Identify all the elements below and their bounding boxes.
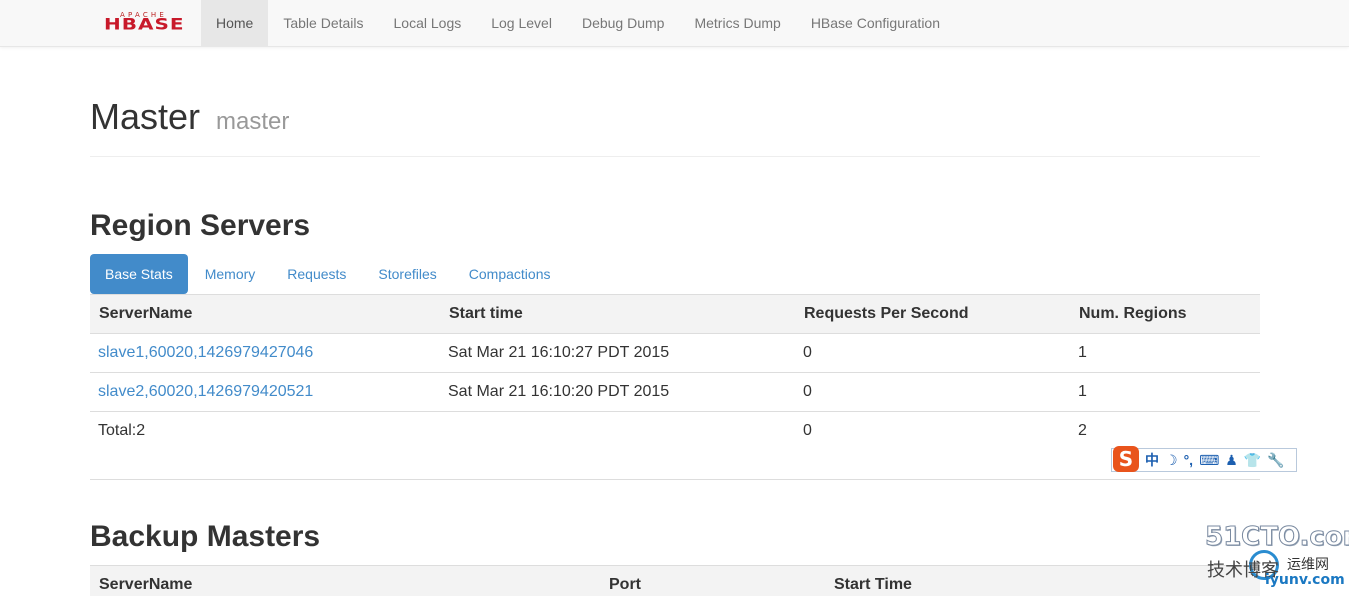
user-icon[interactable]: ♟	[1225, 452, 1238, 469]
punctuation-icon[interactable]: °,	[1184, 452, 1194, 468]
page-title-main: Master	[90, 96, 201, 137]
watermark-site: 51CTO.com	[1205, 522, 1349, 553]
table-cell: 0	[795, 372, 1070, 412]
column-header: ServerName	[90, 294, 440, 334]
nav-log-level[interactable]: Log Level	[476, 0, 567, 47]
table-row: slave1,60020,1426979427046 Sat Mar 21 16…	[90, 333, 1260, 373]
table-header-row: ServerName Port Start Time	[90, 565, 1260, 596]
column-header: Num. Regions	[1070, 294, 1260, 334]
sogou-logo-icon[interactable]: S	[1113, 446, 1139, 472]
watermark-url: iyunv.com	[1265, 572, 1345, 588]
tab-compactions[interactable]: Compactions	[454, 254, 566, 294]
nav-debug-dump[interactable]: Debug Dump	[567, 0, 680, 47]
watermark-yunv: 运维网	[1287, 557, 1329, 573]
table-cell: Sat Mar 21 16:10:20 PDT 2015	[440, 372, 795, 412]
table-cell: 1	[1070, 333, 1260, 373]
tab-requests[interactable]: Requests	[272, 254, 361, 294]
watermark: 51CTO.com 技术博客 运维网 iyunv.com	[1205, 520, 1349, 596]
skin-icon[interactable]: 👕	[1244, 452, 1261, 469]
table-cell: Total:2	[98, 422, 146, 440]
table-cell: slave1,60020,1426979427046	[90, 333, 440, 373]
table-cell: 0	[803, 422, 812, 440]
settings-wrench-icon[interactable]: 🔧	[1267, 452, 1284, 469]
column-header: Port	[600, 565, 825, 596]
region-servers-table: ServerName Start time Requests Per Secon…	[90, 294, 1260, 451]
logo-hbase-text: HBASE	[104, 14, 185, 34]
nav-metrics-dump[interactable]: Metrics Dump	[679, 0, 795, 47]
nav-local-logs[interactable]: Local Logs	[379, 0, 477, 47]
table-header-row: ServerName Start time Requests Per Secon…	[90, 294, 1260, 334]
table-cell: slave2,60020,1426979420521	[90, 372, 440, 412]
moon-icon[interactable]: ☽	[1165, 452, 1178, 469]
nav-hbase-configuration[interactable]: HBase Configuration	[796, 0, 955, 47]
server-link[interactable]: slave2,60020,1426979420521	[98, 383, 313, 400]
hbase-logo[interactable]: APACHE HBASE	[104, 11, 188, 37]
table-cell: Sat Mar 21 16:10:27 PDT 2015	[440, 333, 795, 373]
region-servers-tabs: Base Stats Memory Requests Storefiles Co…	[90, 254, 567, 294]
column-header: Requests Per Second	[795, 294, 1070, 334]
table-cell: 0	[795, 333, 1070, 373]
region-servers-heading: Region Servers	[90, 209, 311, 242]
main-nav: Home Table Details Local Logs Log Level …	[201, 0, 955, 47]
backup-masters-table: ServerName Port Start Time	[90, 565, 1260, 596]
table-total-row: Total:2 0 2	[90, 412, 1260, 451]
ime-toolbar[interactable]: S 中 ☽ °, ⌨ ♟ 👕 🔧	[1111, 446, 1297, 472]
column-header: Start Time	[825, 565, 1260, 596]
keyboard-icon[interactable]: ⌨	[1199, 452, 1219, 469]
header-divider	[90, 156, 1260, 157]
section-divider	[90, 479, 1260, 480]
nav-home[interactable]: Home	[201, 0, 269, 47]
column-header: ServerName	[90, 565, 600, 596]
page-title: Master master	[90, 96, 289, 138]
server-link[interactable]: slave1,60020,1426979427046	[98, 344, 313, 361]
tab-base-stats[interactable]: Base Stats	[90, 254, 188, 294]
table-cell: 1	[1070, 372, 1260, 412]
nav-table-details[interactable]: Table Details	[268, 0, 378, 47]
table-cell: 2	[1078, 422, 1087, 440]
tab-memory[interactable]: Memory	[190, 254, 271, 294]
ime-mode-toggle[interactable]: 中	[1145, 450, 1159, 470]
table-row: slave2,60020,1426979420521 Sat Mar 21 16…	[90, 372, 1260, 412]
backup-masters-heading: Backup Masters	[90, 520, 321, 553]
table-cell	[440, 412, 795, 451]
tab-storefiles[interactable]: Storefiles	[363, 254, 451, 294]
top-navbar: APACHE HBASE Home Table Details Local Lo…	[0, 0, 1349, 47]
column-header: Start time	[440, 294, 795, 334]
page-subtitle: master	[216, 108, 290, 135]
